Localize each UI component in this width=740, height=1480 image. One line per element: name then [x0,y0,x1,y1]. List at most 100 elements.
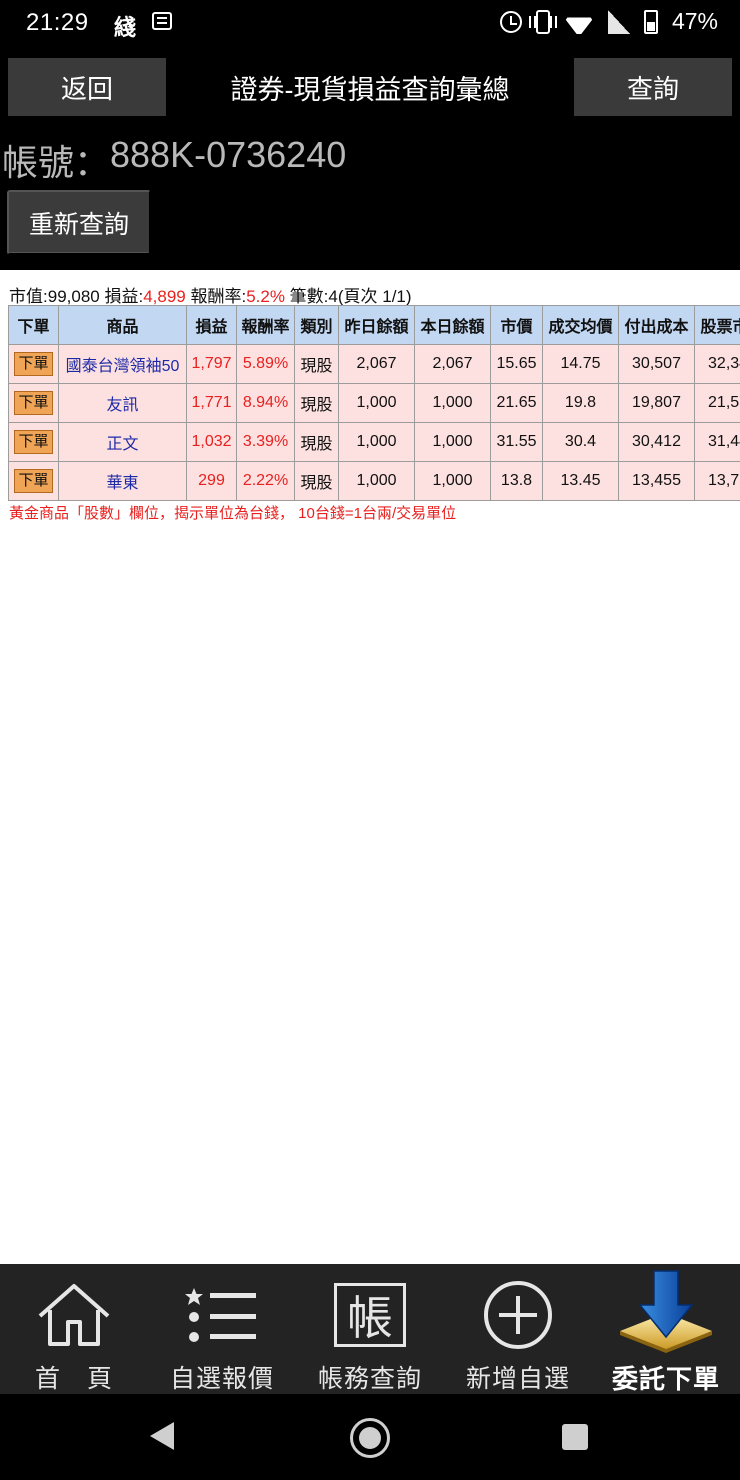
nav-account[interactable]: 帳 帳務查詢 [296,1264,444,1394]
system-back-icon[interactable] [150,1422,174,1450]
order-cell: 下單 [8,344,59,384]
table-row: 下單 華東 299 2.22% 現股 1,000 1,000 13.8 13.4… [8,461,740,501]
today-balance-cell: 1,000 [414,383,491,423]
system-recents-icon[interactable] [562,1424,588,1450]
requery-button[interactable]: 重新查詢 [7,190,151,255]
order-cell: 下單 [8,461,59,501]
col-header-pnl: 損益 [186,305,237,345]
summary-line: 市值:99,080 損益:4,899 報酬率:5.2% 筆數:4(頁次 1/1) [9,282,412,307]
order-cell: 下單 [8,422,59,462]
avg-price-cell: 30.4 [542,422,619,462]
type-cell: 現股 [294,422,339,462]
nav-watchlist[interactable]: 自選報價 [148,1264,296,1394]
cost-cell: 19,807 [618,383,695,423]
return-label: 報酬率: [185,287,247,306]
market-price-cell: 15.65 [490,344,543,384]
pnl-label: 損益: [99,287,144,306]
avg-price-cell: 19.8 [542,383,619,423]
product-name[interactable]: 國泰台灣領袖50 [58,344,187,384]
order-button[interactable]: 下單 [14,391,53,415]
order-cell: 下單 [8,383,59,423]
table-row: 下單 國泰台灣領袖50 1,797 5.89% 現股 2,067 2,067 1… [8,344,740,384]
count-value: 4 [328,287,338,306]
stock-value-cell: 31,444 [694,422,740,462]
app-notification-icon: 綫 [114,15,137,41]
holdings-table-container[interactable]: 下單 商品 損益 報酬率 類別 昨日餘額 本日餘額 市價 成交均價 付出成本 股… [8,305,740,501]
product-name[interactable]: 華東 [58,461,187,501]
col-header-stock-value: 股票市值 [694,305,740,345]
vibrate-icon [528,9,557,34]
col-header-market-price: 市價 [490,305,543,345]
query-button[interactable]: 查詢 [574,58,732,116]
cost-cell: 30,507 [618,344,695,384]
list-icon [148,1280,296,1350]
order-arrow-icon [592,1270,740,1353]
pnl-cell: 1,797 [186,344,237,384]
account-glyph: 帳 [334,1283,406,1347]
account-info: 帳號： 888K-0736240 [2,134,346,186]
order-button[interactable]: 下單 [14,430,53,454]
type-cell: 現股 [294,383,339,423]
pnl-cell: 299 [186,461,237,501]
battery-icon [643,9,658,34]
prev-balance-cell: 1,000 [338,422,415,462]
signal-icon [607,9,630,34]
table-header-row: 下單 商品 損益 報酬率 類別 昨日餘額 本日餘額 市價 成交均價 付出成本 股… [8,305,740,345]
nav-watchlist-label: 自選報價 [169,1365,274,1393]
prev-balance-cell: 1,000 [338,383,415,423]
return-cell: 2.22% [236,461,295,501]
status-icons: 47% [499,8,718,35]
cost-cell: 30,412 [618,422,695,462]
nav-add-watch[interactable]: 新增自選 [444,1264,592,1394]
gold-unit-note: 黃金商品「股數」欄位，揭示單位為台錢， 10台錢=1台兩/交易單位 [9,505,457,522]
col-header-return: 報酬率 [236,305,295,345]
return-value: 5.2% [246,287,285,306]
prev-balance-cell: 2,067 [338,344,415,384]
stock-value-cell: 13,754 [694,461,740,501]
order-button[interactable]: 下單 [14,352,53,376]
stock-value-cell: 21,578 [694,383,740,423]
col-header-type: 類別 [294,305,339,345]
wifi-icon [564,10,594,34]
today-balance-cell: 2,067 [414,344,491,384]
account-label: 帳號： [2,142,111,183]
prev-balance-cell: 1,000 [338,461,415,501]
today-balance-cell: 1,000 [414,461,491,501]
return-cell: 8.94% [236,383,295,423]
table-row: 下單 正文 1,032 3.39% 現股 1,000 1,000 31.55 3… [8,422,740,462]
page-indicator: (頁次 1/1) [337,287,412,306]
nav-add-watch-label: 新增自選 [465,1365,570,1393]
stock-value-cell: 32,349 [694,344,740,384]
cost-cell: 13,455 [618,461,695,501]
product-name[interactable]: 正文 [58,422,187,462]
back-button[interactable]: 返回 [8,58,166,116]
news-notification-icon [152,12,172,30]
market-value: 99,080 [47,287,100,306]
col-header-order: 下單 [8,305,59,345]
page-title: 證券-現貨損益查詢彙總 [230,74,510,105]
col-header-today-balance: 本日餘額 [414,305,491,345]
table-row: 下單 友訊 1,771 8.94% 現股 1,000 1,000 21.65 1… [8,383,740,423]
product-name[interactable]: 友訊 [58,383,187,423]
col-header-cost: 付出成本 [618,305,695,345]
system-nav-bar [0,1394,740,1480]
bottom-nav: 首 頁 自選報價 帳 帳務查詢 新增自選 委託下單 [0,1264,740,1394]
system-home-icon[interactable] [350,1418,390,1458]
status-bar: 21:29 綫 47% [0,0,740,46]
order-button[interactable]: 下單 [14,469,53,493]
market-price-cell: 13.8 [490,461,543,501]
home-icon [0,1280,148,1350]
nav-home[interactable]: 首 頁 [0,1264,148,1394]
nav-place-order[interactable]: 委託下單 [592,1264,740,1394]
pnl-cell: 1,771 [186,383,237,423]
status-time: 21:29 [26,9,89,36]
return-cell: 5.89% [236,344,295,384]
type-cell: 現股 [294,344,339,384]
col-header-avg-price: 成交均價 [542,305,619,345]
return-cell: 3.39% [236,422,295,462]
avg-price-cell: 13.45 [542,461,619,501]
account-icon: 帳 [296,1280,444,1350]
nav-home-label: 首 頁 [34,1365,113,1393]
market-price-cell: 31.55 [490,422,543,462]
avg-price-cell: 14.75 [542,344,619,384]
